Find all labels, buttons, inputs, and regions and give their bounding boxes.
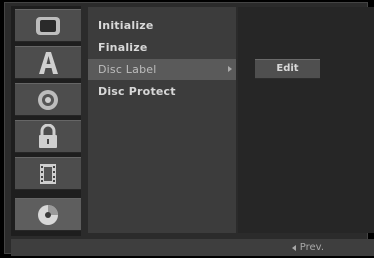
menu-item-initialize[interactable]: Initialize bbox=[88, 15, 236, 36]
dvd-setup-screen: Initialize Finalize Disc Label Disc Prot… bbox=[0, 0, 374, 258]
prev-label: Prev. bbox=[299, 242, 324, 253]
sidebar-item-recording[interactable] bbox=[15, 157, 81, 190]
sidebar-item-display[interactable] bbox=[15, 9, 81, 42]
speaker-icon bbox=[38, 89, 58, 110]
language-a-icon bbox=[39, 51, 58, 74]
menu-item-label: Initialize bbox=[98, 19, 154, 32]
sidebar-item-disc[interactable] bbox=[15, 198, 81, 231]
sidebar-item-audio[interactable] bbox=[15, 83, 81, 116]
menu-item-finalize[interactable]: Finalize bbox=[88, 37, 236, 58]
prev-button[interactable]: Prev. bbox=[291, 241, 324, 254]
menu-item-label: Disc Protect bbox=[98, 85, 176, 98]
disc-menu: Initialize Finalize Disc Label Disc Prot… bbox=[88, 7, 236, 233]
lock-icon bbox=[39, 123, 57, 148]
monitor-icon bbox=[36, 16, 60, 35]
category-sidebar bbox=[11, 6, 81, 236]
film-icon bbox=[40, 163, 56, 184]
sidebar-item-language[interactable] bbox=[15, 46, 81, 79]
menu-item-disc-protect[interactable]: Disc Protect bbox=[88, 81, 236, 102]
submenu-panel: Edit bbox=[238, 7, 374, 233]
edit-button[interactable]: Edit bbox=[255, 59, 320, 79]
menu-item-label: Disc Label bbox=[98, 63, 157, 76]
setup-menu-frame: Initialize Finalize Disc Label Disc Prot… bbox=[4, 2, 374, 256]
sidebar-item-lock[interactable] bbox=[15, 120, 81, 153]
menu-item-disc-label[interactable]: Disc Label bbox=[88, 59, 236, 80]
menu-item-label: Finalize bbox=[98, 41, 148, 54]
bottom-bar: Prev. bbox=[11, 239, 374, 256]
arrow-left-icon bbox=[291, 244, 296, 251]
chevron-right-icon bbox=[228, 66, 232, 72]
disc-icon bbox=[38, 204, 58, 225]
